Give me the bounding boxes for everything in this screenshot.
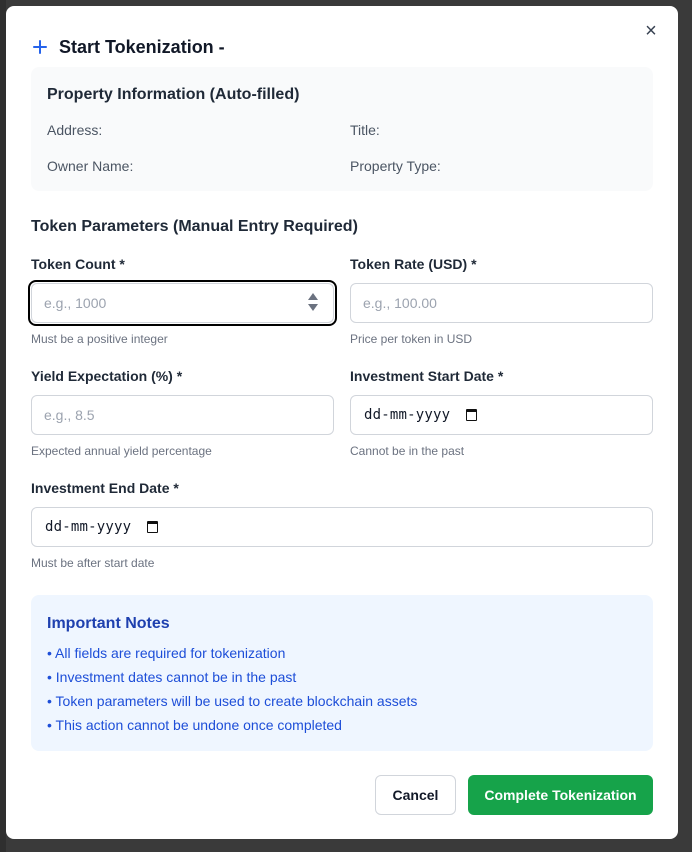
yield-label: Yield Expectation (%) *: [31, 368, 183, 384]
end-date-input[interactable]: dd-mm-yyyy: [31, 507, 653, 547]
note-item: • Token parameters will be used to creat…: [47, 693, 418, 709]
close-icon: ×: [645, 20, 657, 42]
token-count-input[interactable]: [31, 283, 334, 323]
modal-header: Start Tokenization -: [33, 30, 225, 64]
yield-help: Expected annual yield percentage: [31, 444, 212, 458]
calendar-icon[interactable]: [466, 409, 478, 421]
complete-tokenization-button[interactable]: Complete Tokenization: [468, 775, 653, 815]
cancel-button[interactable]: Cancel: [375, 775, 456, 815]
end-date-label: Investment End Date *: [31, 480, 179, 496]
token-rate-input[interactable]: [350, 283, 653, 323]
plus-icon: [33, 40, 47, 54]
spinner-up-icon[interactable]: [308, 293, 318, 300]
token-rate-label: Token Rate (USD) *: [350, 256, 477, 272]
property-type-label: Property Type:: [350, 158, 441, 174]
property-info-panel: Property Information (Auto-filled) Addre…: [31, 67, 653, 191]
property-info-title: Property Information (Auto-filled): [47, 86, 300, 103]
token-count-label: Token Count *: [31, 256, 125, 272]
yield-input[interactable]: [31, 395, 334, 435]
owner-name-label: Owner Name:: [47, 158, 134, 174]
note-item: • All fields are required for tokenizati…: [47, 645, 286, 661]
token-params-title: Token Parameters (Manual Entry Required): [31, 218, 358, 235]
end-date-value: dd-mm-yyyy: [45, 519, 132, 535]
start-date-value: dd-mm-yyyy: [364, 407, 451, 423]
number-spinner-icon[interactable]: [308, 293, 318, 311]
start-date-help: Cannot be in the past: [350, 444, 465, 458]
modal-title: Start Tokenization -: [59, 36, 225, 57]
token-count-help: Must be a positive integer: [31, 332, 168, 346]
note-item: • Investment dates cannot be in the past: [47, 669, 297, 685]
calendar-icon[interactable]: [147, 521, 159, 533]
start-date-input[interactable]: dd-mm-yyyy: [350, 395, 653, 435]
notes-title: Important Notes: [47, 615, 170, 632]
address-label: Address:: [47, 122, 103, 138]
important-notes-panel: Important Notes • All fields are require…: [31, 595, 653, 751]
title-label: Title:: [350, 122, 380, 138]
note-item: • This action cannot be undone once comp…: [47, 717, 342, 733]
token-rate-help: Price per token in USD: [350, 332, 473, 346]
start-date-label: Investment Start Date *: [350, 368, 504, 384]
tokenization-modal: Start Tokenization - × Property Informat…: [6, 6, 678, 839]
close-button[interactable]: ×: [642, 20, 660, 42]
end-date-help: Must be after start date: [31, 556, 155, 570]
spinner-down-icon[interactable]: [308, 304, 318, 311]
